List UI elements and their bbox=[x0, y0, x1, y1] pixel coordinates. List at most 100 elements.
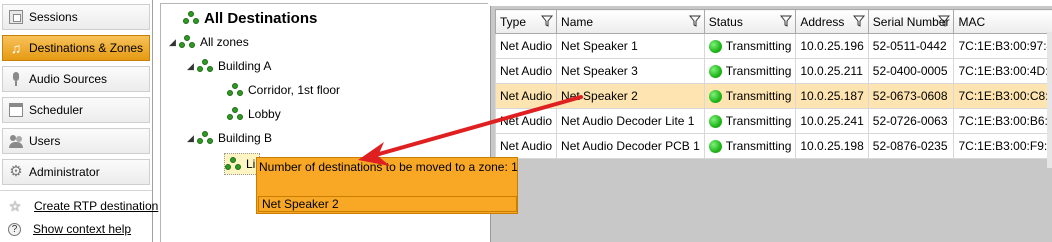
column-header-label: Status bbox=[708, 14, 743, 29]
nav-item-label: Sessions bbox=[29, 10, 78, 24]
filter-icon[interactable] bbox=[938, 15, 951, 27]
nav-item-administrator[interactable]: ⚙ Administrator bbox=[2, 159, 150, 185]
column-header-type[interactable]: Type bbox=[494, 9, 558, 34]
cell-address: 10.0.25.187 bbox=[795, 83, 869, 109]
cell-status: Transmitting bbox=[703, 133, 797, 159]
tree-node-corridor[interactable]: Corridor, 1st floor bbox=[227, 80, 340, 100]
drag-tooltip-message: Number of destinations to be moved to a … bbox=[259, 160, 518, 174]
nav-item-scheduler[interactable]: Scheduler bbox=[2, 97, 150, 123]
cell-mac: 7C:1E:B3:00:C8:90 bbox=[953, 83, 1052, 109]
cell-mac: 7C:1E:B3:00:F9:6C bbox=[953, 133, 1052, 159]
cell-status: Transmitting bbox=[703, 83, 797, 109]
tree-node-lobby[interactable]: Lobby bbox=[227, 104, 281, 124]
create-rtp-destination-link[interactable]: ☆ Create RTP destination bbox=[8, 198, 159, 214]
link-label: Show context help bbox=[33, 222, 132, 236]
nav-item-users[interactable]: Users bbox=[2, 128, 150, 154]
filter-icon[interactable] bbox=[541, 15, 554, 27]
status-dot-icon bbox=[708, 90, 722, 103]
tree-node-label: All zones bbox=[200, 35, 249, 49]
column-header-address[interactable]: Address bbox=[795, 9, 869, 34]
tree-node-building-a[interactable]: ◢ Building A bbox=[187, 56, 271, 76]
users-icon bbox=[9, 134, 23, 148]
navigation-sidebar: Sessions ♫ Destinations & Zones Audio So… bbox=[0, 0, 158, 242]
status-dot-icon bbox=[708, 115, 722, 128]
cell-name: Net Audio Decoder Lite 1 bbox=[556, 108, 705, 134]
tree-node-label: Building A bbox=[218, 59, 272, 73]
tree-node-label: Lobby bbox=[248, 107, 281, 121]
cell-serial: 52-0400-0005 bbox=[867, 58, 955, 84]
expand-arrow-icon[interactable]: ◢ bbox=[187, 133, 197, 144]
column-header-mac[interactable]: MAC bbox=[953, 9, 1052, 34]
tree-node-drop-target[interactable]: Li bbox=[224, 153, 261, 175]
table-row[interactable]: Net Audio Net Audio Decoder Lite 1 Trans… bbox=[494, 108, 1052, 134]
cell-type: Net Audio bbox=[494, 133, 558, 159]
cell-name: Net Speaker 1 bbox=[556, 33, 705, 59]
nav-item-audio-sources[interactable]: Audio Sources bbox=[2, 66, 150, 92]
zone-icon bbox=[179, 35, 195, 49]
cell-address: 10.0.25.198 bbox=[795, 133, 869, 159]
cell-address: 10.0.25.241 bbox=[795, 108, 869, 134]
cell-status: Transmitting bbox=[703, 58, 797, 84]
tree-node-building-b[interactable]: ◢ Building B bbox=[187, 128, 272, 148]
star-icon: ☆ bbox=[8, 198, 22, 214]
drag-tooltip: Number of destinations to be moved to a … bbox=[256, 157, 518, 214]
column-header-label: Type bbox=[500, 14, 527, 29]
cell-name: Net Speaker 2 bbox=[556, 83, 705, 109]
filter-icon[interactable] bbox=[688, 15, 701, 27]
column-header-status[interactable]: Status bbox=[703, 9, 797, 34]
cell-mac: 7C:1E:B3:00:B6:07 bbox=[953, 108, 1052, 134]
nav-item-label: Administrator bbox=[29, 165, 100, 179]
cell-serial: 52-0726-0063 bbox=[867, 108, 955, 134]
nav-item-sessions[interactable]: Sessions bbox=[2, 4, 150, 30]
table-header-row: Type Name Status Address Serial Number M… bbox=[494, 9, 1052, 34]
zone-icon bbox=[225, 157, 241, 171]
column-header-label: MAC bbox=[958, 14, 986, 29]
tree-root-all-destinations[interactable]: All Destinations bbox=[183, 8, 317, 28]
zone-icon bbox=[197, 131, 213, 145]
cell-serial: 52-0511-0442 bbox=[867, 33, 955, 59]
status-label: Transmitting bbox=[725, 39, 792, 53]
cell-serial: 52-0673-0608 bbox=[867, 83, 955, 109]
tree-node-all-zones[interactable]: ◢ All zones bbox=[169, 32, 249, 52]
tree-title: All Destinations bbox=[204, 9, 318, 27]
status-dot-icon bbox=[708, 40, 722, 53]
status-label: Transmitting bbox=[725, 114, 792, 128]
zone-icon bbox=[183, 11, 199, 25]
expand-arrow-icon[interactable]: ◢ bbox=[169, 37, 179, 48]
nav-item-label: Audio Sources bbox=[29, 72, 108, 86]
tree-node-label: Corridor, 1st floor bbox=[248, 83, 341, 97]
column-header-name[interactable]: Name bbox=[556, 9, 705, 34]
cell-type: Net Audio bbox=[494, 33, 558, 59]
table-row-selected[interactable]: Net Audio Net Speaker 2 Transmitting 10.… bbox=[494, 83, 1052, 109]
nav-item-destinations-zones[interactable]: ♫ Destinations & Zones bbox=[2, 35, 150, 61]
table-row[interactable]: Net Audio Net Audio Decoder PCB 1 Transm… bbox=[494, 133, 1052, 159]
cell-status: Transmitting bbox=[703, 33, 797, 59]
table-row[interactable]: Net Audio Net Speaker 1 Transmitting 10.… bbox=[494, 33, 1052, 59]
show-context-help-link[interactable]: ? Show context help bbox=[8, 222, 131, 236]
status-label: Transmitting bbox=[725, 89, 792, 103]
filter-icon[interactable] bbox=[780, 15, 793, 27]
nav-item-label: Destinations & Zones bbox=[29, 41, 144, 55]
nav-item-label: Scheduler bbox=[29, 103, 84, 117]
tree-node-label: Li bbox=[246, 157, 256, 171]
table-scrollbar[interactable] bbox=[1047, 32, 1052, 168]
column-header-label: Address bbox=[800, 14, 845, 29]
zone-icon bbox=[227, 107, 243, 121]
status-label: Transmitting bbox=[725, 64, 792, 78]
table-row[interactable]: Net Audio Net Speaker 3 Transmitting 10.… bbox=[494, 58, 1052, 84]
cell-name: Net Audio Decoder PCB 1 bbox=[556, 133, 705, 159]
cell-name: Net Speaker 3 bbox=[556, 58, 705, 84]
column-header-label: Name bbox=[561, 14, 594, 29]
zone-icon bbox=[227, 83, 243, 97]
expand-arrow-icon[interactable]: ◢ bbox=[187, 61, 197, 72]
nav-item-label: Users bbox=[29, 134, 61, 148]
cell-mac: 7C:1E:B3:00:97:43 bbox=[953, 33, 1052, 59]
cell-type: Net Audio bbox=[494, 83, 558, 109]
cell-type: Net Audio bbox=[494, 108, 558, 134]
destinations-table: Type Name Status Address Serial Number M… bbox=[494, 9, 1052, 159]
filter-icon[interactable] bbox=[852, 15, 865, 27]
status-dot-icon bbox=[708, 65, 722, 78]
status-dot-icon bbox=[708, 140, 722, 153]
column-header-serial-number[interactable]: Serial Number bbox=[867, 9, 955, 34]
zone-icon bbox=[197, 59, 213, 73]
